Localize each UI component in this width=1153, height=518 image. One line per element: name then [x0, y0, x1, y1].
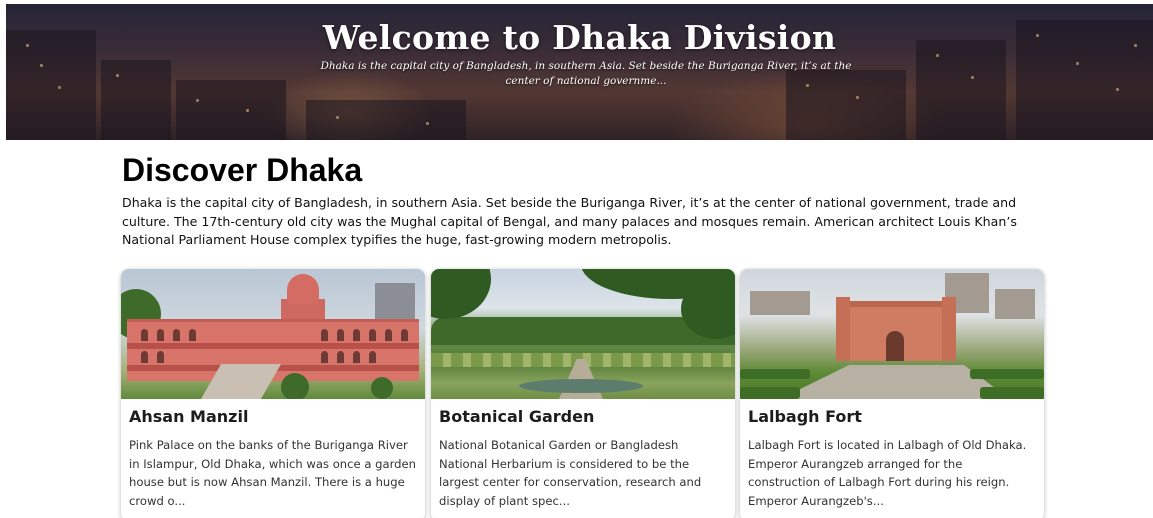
card-description: Pink Palace on the banks of the Burigang…: [129, 438, 416, 508]
hero-banner: Welcome to Dhaka Division Dhaka is the c…: [6, 4, 1153, 140]
botanical-garden-image: [431, 269, 735, 399]
hero-title: Welcome to Dhaka Division: [322, 18, 837, 57]
place-card-botanical-garden[interactable]: Botanical Garden National Botanical Gard…: [431, 269, 735, 518]
card-title: Botanical Garden: [439, 407, 595, 426]
ahsan-manzil-image: [121, 269, 425, 399]
section-heading: Discover Dhaka: [122, 152, 363, 188]
hero-subtitle: Dhaka is the capital city of Bangladesh,…: [320, 60, 852, 87]
intro-paragraph: Dhaka is the capital city of Bangladesh,…: [122, 195, 1017, 247]
card-title: Lalbagh Fort: [748, 407, 862, 426]
place-card-lalbagh-fort[interactable]: Lalbagh Fort Lalbagh Fort is located in …: [740, 269, 1044, 518]
card-description: Lalbagh Fort is located in Lalbagh of Ol…: [748, 438, 1027, 508]
place-card-ahsan-manzil[interactable]: Ahsan Manzil Pink Palace on the banks of…: [121, 269, 425, 518]
card-description: National Botanical Garden or Bangladesh …: [439, 438, 702, 508]
card-title: Ahsan Manzil: [129, 407, 249, 426]
lalbagh-fort-image: [740, 269, 1044, 399]
